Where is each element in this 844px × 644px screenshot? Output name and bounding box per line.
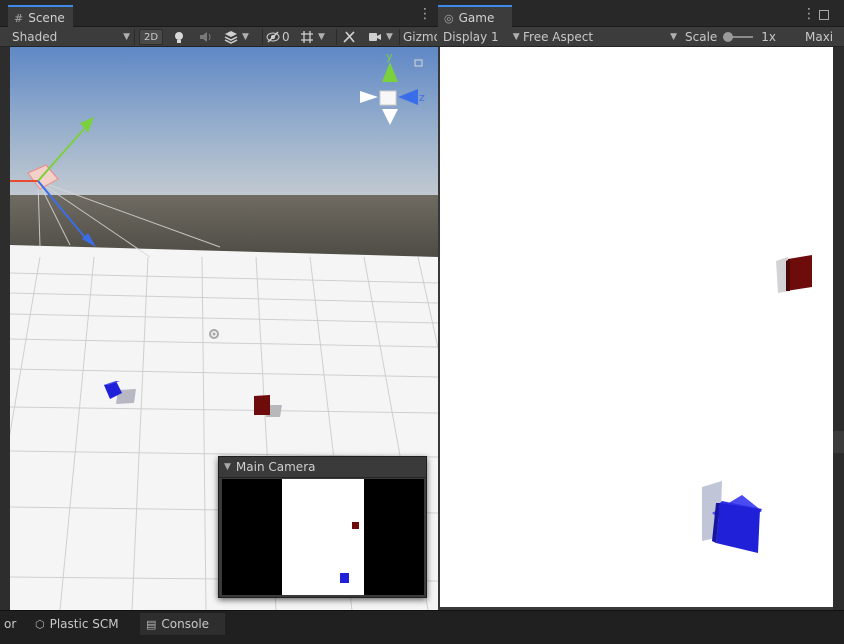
audio-toggle[interactable] bbox=[198, 28, 212, 46]
shading-mode-dropdown[interactable]: Shaded ▼ bbox=[12, 28, 130, 46]
gizmo-y-label: y bbox=[386, 50, 393, 63]
layers-icon bbox=[224, 31, 238, 44]
grid-icon: # bbox=[14, 11, 24, 25]
lighting-toggle[interactable] bbox=[172, 28, 186, 46]
wrench-icon bbox=[343, 31, 355, 43]
camera-overlay-title: Main Camera bbox=[235, 460, 316, 474]
lightbulb-icon bbox=[175, 32, 183, 43]
shading-mode-label: Shaded bbox=[12, 30, 58, 44]
display-label: Display 1 bbox=[443, 30, 499, 44]
scene-menu-kebab-icon[interactable]: ⋮ bbox=[418, 7, 432, 22]
chevron-down-icon: ▼ bbox=[318, 32, 325, 42]
chevron-down-icon: ▼ bbox=[242, 32, 249, 42]
scale-value: 1x bbox=[761, 30, 777, 44]
tab-console[interactable]: ▤ Console bbox=[140, 613, 225, 635]
camera-preview bbox=[222, 479, 424, 595]
scene-toolbar: Shaded ▼ 2D ▼ 0 ▼ ▼ Gizm bbox=[0, 27, 440, 47]
scene-tabstrip: # Scene ⋮ bbox=[0, 0, 440, 27]
tab-game-label: Game bbox=[458, 11, 495, 25]
tab-cut-off-label: or bbox=[4, 617, 17, 631]
scene-left-strip bbox=[0, 47, 10, 610]
tools-button[interactable] bbox=[342, 28, 356, 46]
chevron-down-icon: ▼ bbox=[670, 32, 677, 42]
console-icon: ▤ bbox=[146, 617, 157, 631]
scale-slider-track[interactable] bbox=[723, 32, 754, 42]
game-render bbox=[702, 255, 812, 553]
grid-snap-dropdown[interactable]: ▼ bbox=[300, 28, 325, 46]
tab-cut-off[interactable]: or bbox=[0, 613, 22, 635]
collapse-triangle-icon[interactable]: ▼ bbox=[224, 462, 231, 472]
preview-blue-cube bbox=[340, 573, 349, 583]
chevron-down-icon: ▼ bbox=[123, 32, 130, 42]
game-panel: ◎ Game ⋮ Display 1 ▼ Free Aspect ▼ Scale… bbox=[438, 0, 844, 610]
game-toolbar: Display 1 ▼ Free Aspect ▼ Scale 1x Maxi bbox=[438, 27, 844, 47]
game-viewport[interactable] bbox=[440, 47, 833, 607]
tab-plastic-scm[interactable]: ⬡ Plastic SCM bbox=[29, 613, 125, 635]
tab-game[interactable]: ◎ Game bbox=[438, 5, 512, 27]
display-dropdown[interactable]: Display 1 ▼ bbox=[443, 28, 520, 46]
game-scrollbar[interactable] bbox=[833, 47, 844, 610]
camera-settings-dropdown[interactable]: ▼ bbox=[368, 28, 393, 46]
game-menu-kebab-icon[interactable]: ⋮ bbox=[802, 7, 816, 22]
camera-preview-frame bbox=[282, 479, 364, 595]
hidden-objects-toggle[interactable]: 0 bbox=[266, 28, 290, 46]
game-red-cube bbox=[776, 255, 812, 293]
tab-scene[interactable]: # Scene bbox=[8, 5, 73, 27]
aspect-dropdown[interactable]: Free Aspect ▼ bbox=[523, 28, 677, 46]
gizmos-dropdown[interactable]: Gizmos bbox=[403, 28, 437, 46]
scale-label: Scale bbox=[685, 30, 718, 44]
toggle-2d-button[interactable]: 2D bbox=[139, 29, 164, 45]
maximize-label: Maxi bbox=[805, 30, 834, 44]
effects-dropdown[interactable]: ▼ bbox=[224, 28, 249, 46]
tab-scene-label: Scene bbox=[28, 11, 65, 25]
tab-console-label: Console bbox=[161, 617, 210, 631]
grid-snap-icon bbox=[301, 31, 313, 43]
preview-red-cube bbox=[352, 522, 359, 529]
hidden-count: 0 bbox=[282, 30, 290, 44]
scene-viewport[interactable]: y z ▼ Main Camera bbox=[10, 47, 438, 610]
chevron-down-icon: ▼ bbox=[512, 32, 520, 42]
gizmos-label: Gizmos bbox=[403, 30, 437, 44]
game-tabstrip: ◎ Game ⋮ bbox=[438, 0, 844, 27]
unity-editor-window: # Scene ⋮ Shaded ▼ 2D ▼ 0 ▼ ▼ Gizm y z ▼… bbox=[0, 0, 844, 644]
plastic-scm-icon: ⬡ bbox=[35, 617, 45, 631]
chevron-down-icon: ▼ bbox=[386, 32, 393, 42]
tab-plastic-scm-label: Plastic SCM bbox=[49, 617, 119, 631]
gizmo-z-label: z bbox=[419, 91, 425, 104]
eye-slash-icon bbox=[266, 31, 280, 43]
aspect-label: Free Aspect bbox=[523, 30, 594, 44]
scene-panel: # Scene ⋮ Shaded ▼ 2D ▼ 0 ▼ ▼ Gizm y z ▼… bbox=[0, 0, 440, 610]
video-camera-icon bbox=[369, 33, 381, 41]
gamepad-icon: ◎ bbox=[444, 11, 454, 25]
scale-slider[interactable]: Scale 1x bbox=[685, 28, 776, 46]
skybox bbox=[10, 47, 438, 195]
speaker-icon bbox=[200, 32, 211, 42]
main-camera-overlay[interactable]: ▼ Main Camera bbox=[218, 456, 427, 598]
bottom-tab-bar: or ⬡ Plastic SCM ▤ Console bbox=[0, 610, 844, 644]
maximize-window-icon[interactable] bbox=[819, 10, 829, 20]
camera-overlay-header[interactable]: ▼ Main Camera bbox=[219, 457, 426, 478]
game-blue-cube bbox=[702, 481, 762, 553]
maximize-on-play-toggle[interactable]: Maxi bbox=[805, 28, 835, 46]
